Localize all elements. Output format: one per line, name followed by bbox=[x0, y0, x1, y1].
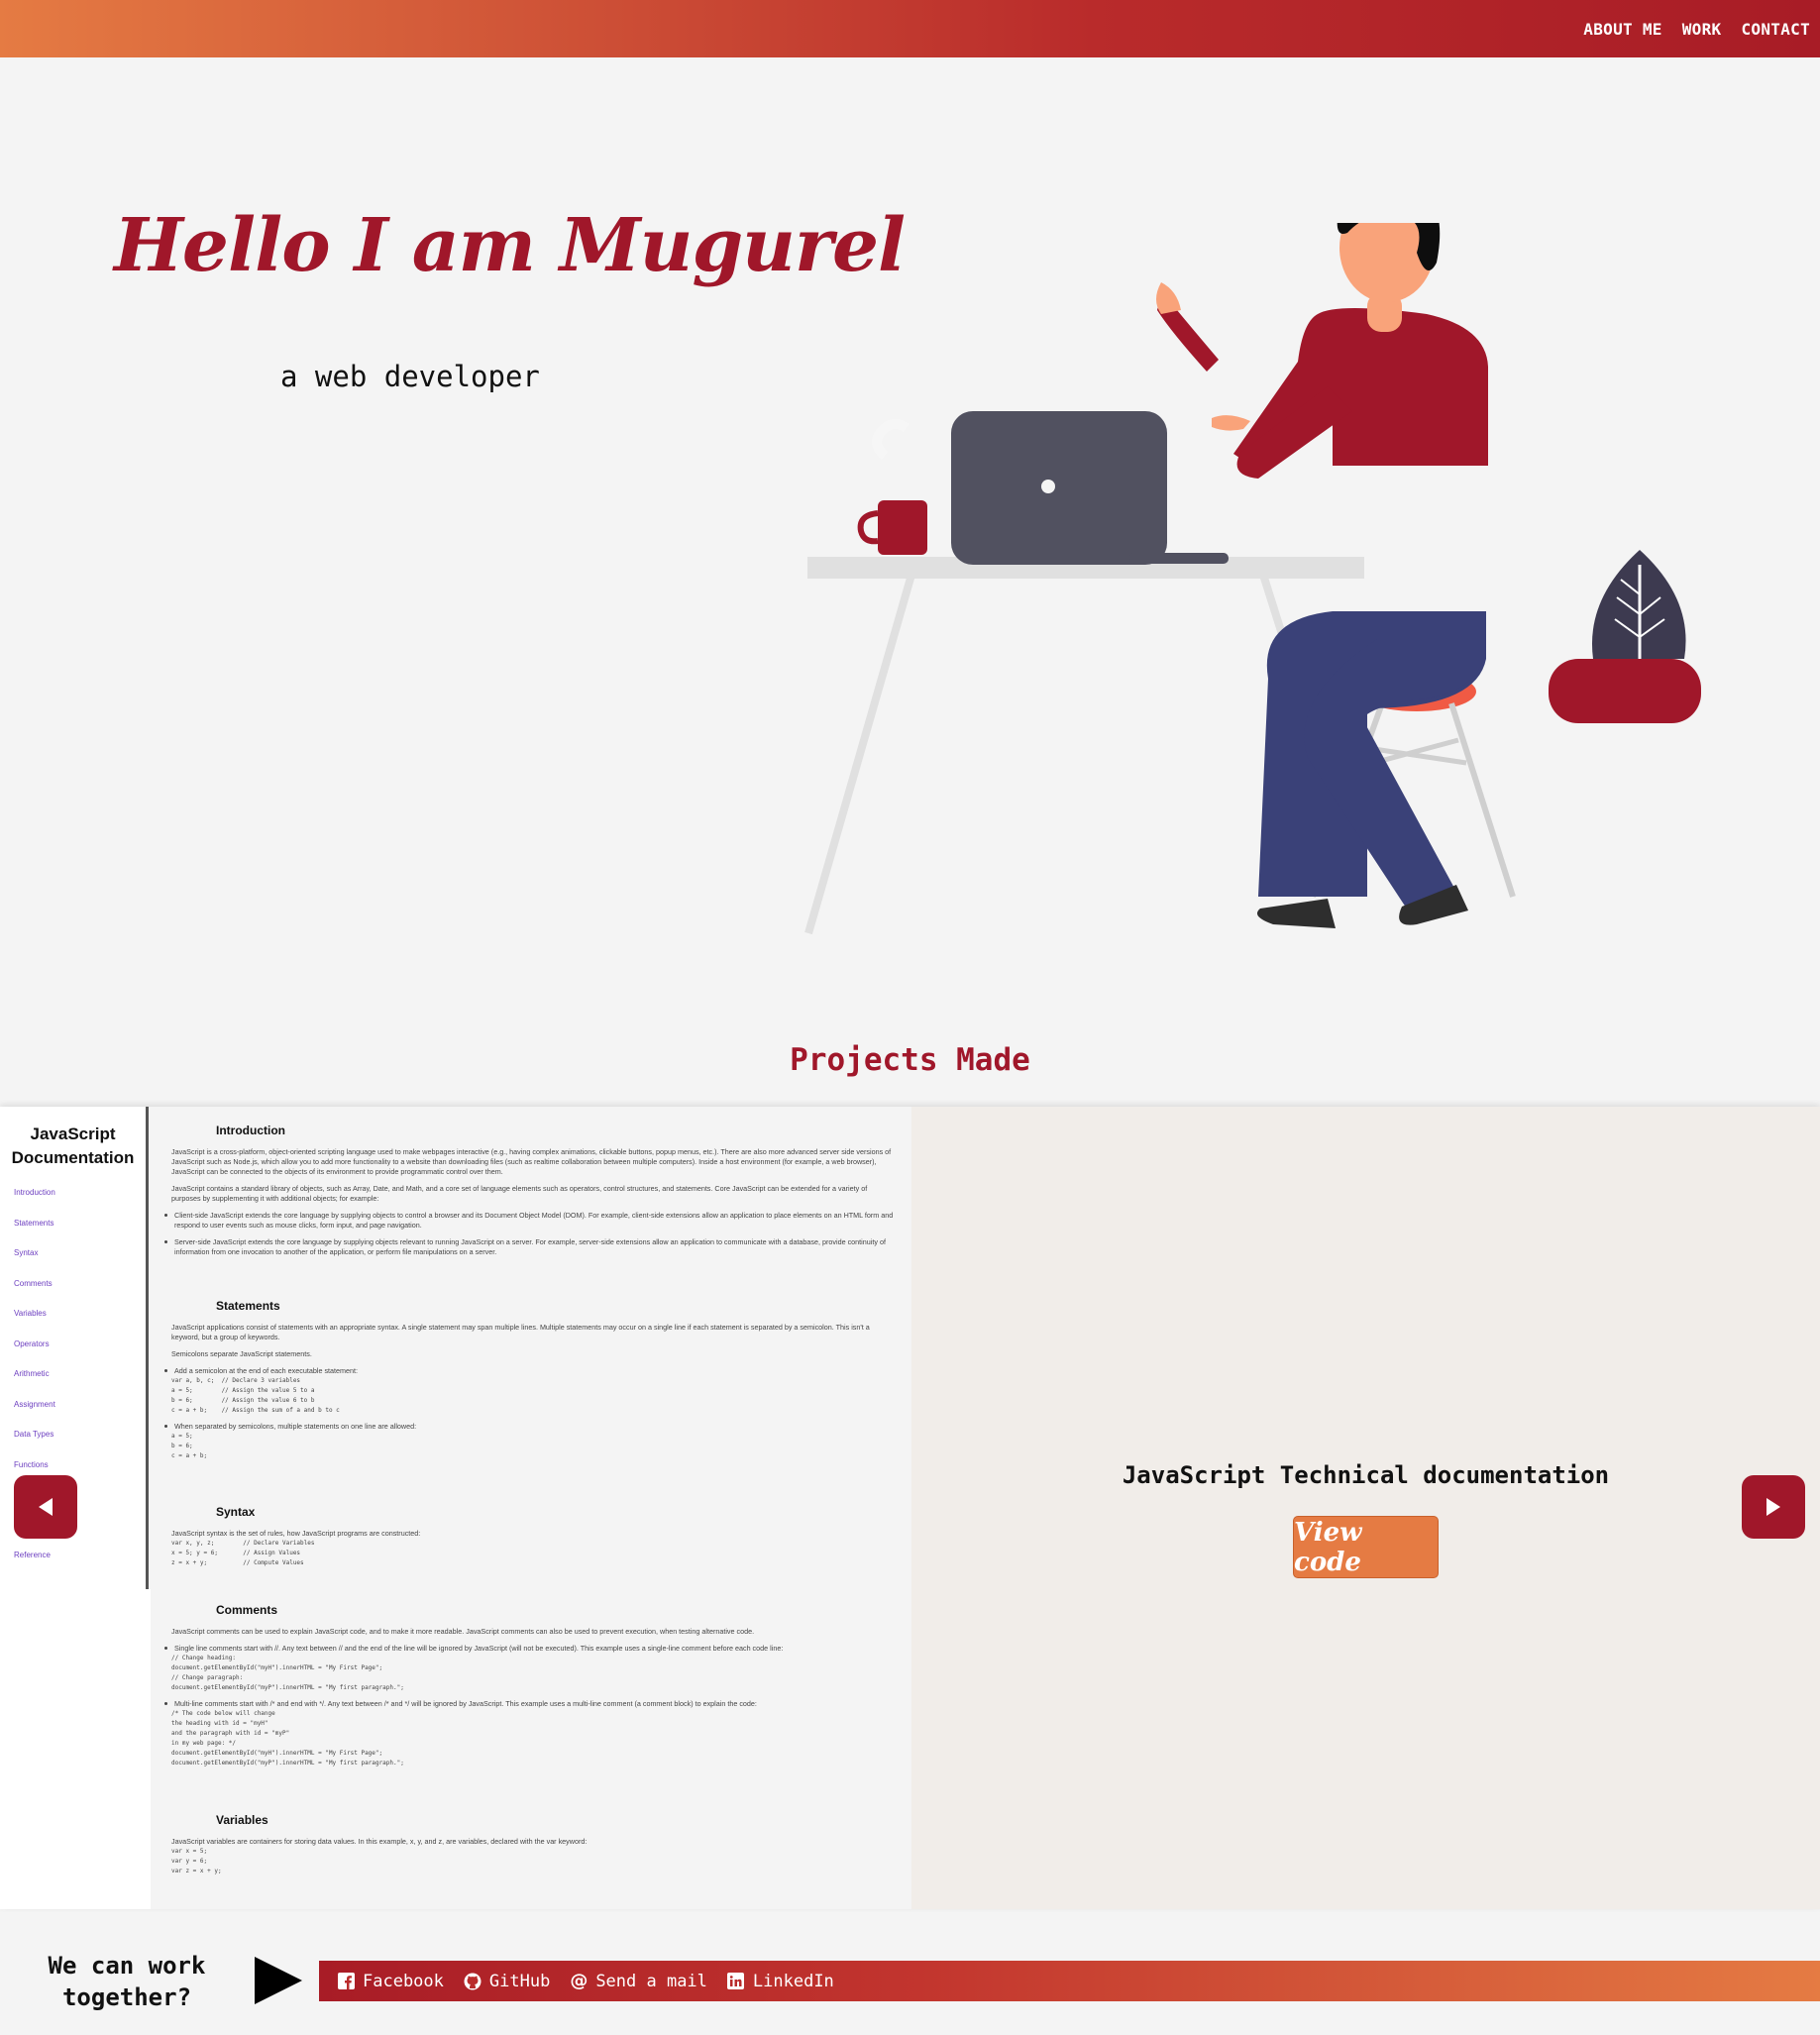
doc-sidebar-title: JavaScript Documentation bbox=[11, 1125, 135, 1167]
doc-code: a = 5; b = 6; c = a + b; bbox=[171, 1433, 208, 1459]
nav-contact[interactable]: CONTACT bbox=[1741, 20, 1810, 39]
doc-list-item: Client-side JavaScript extends the core … bbox=[164, 1211, 895, 1231]
send-mail-label: Send a mail bbox=[595, 1971, 707, 1991]
doc-section-title: Comments bbox=[216, 1603, 278, 1617]
doc-nav-item: Comments bbox=[14, 1278, 53, 1288]
footer-question: We can work together? bbox=[48, 1952, 206, 2011]
doc-paragraph: JavaScript applications consist of state… bbox=[171, 1323, 870, 1341]
project-info: JavaScript Technical documentation View … bbox=[911, 1107, 1820, 1909]
doc-paragraph: JavaScript syntax is the set of rules, h… bbox=[171, 1529, 421, 1538]
arrow-left-icon bbox=[39, 1498, 53, 1516]
doc-section-introduction: Introduction JavaScript is a cross-platf… bbox=[164, 1124, 902, 1264]
doc-nav-item: Reference bbox=[14, 1551, 51, 1559]
doc-nav-item: Operators bbox=[14, 1339, 50, 1348]
nav-work[interactable]: WORK bbox=[1682, 20, 1722, 39]
developer-illustration bbox=[804, 223, 1701, 935]
doc-list-item: Server-side JavaScript extends the core … bbox=[164, 1237, 895, 1257]
play-arrow-icon bbox=[255, 1957, 302, 2004]
doc-list-item: Single line comments start with //. Any … bbox=[164, 1644, 895, 1654]
doc-nav-item: Syntax bbox=[14, 1248, 39, 1257]
doc-paragraph: Semicolons separate JavaScript statement… bbox=[171, 1349, 312, 1358]
shoe-left bbox=[1256, 899, 1336, 928]
github-label: GitHub bbox=[488, 1971, 551, 1991]
hero-subtitle: a web developer bbox=[280, 360, 540, 393]
doc-paragraph: JavaScript contains a standard library o… bbox=[171, 1184, 868, 1203]
doc-section-title: Syntax bbox=[216, 1505, 256, 1519]
doc-section-syntax: Syntax JavaScript syntax is the set of r… bbox=[168, 1505, 902, 1574]
doc-nav-item: Data Types bbox=[14, 1430, 54, 1439]
projects-heading: Projects Made bbox=[790, 1042, 1030, 1078]
doc-code: // Change heading: document.getElementBy… bbox=[171, 1655, 404, 1691]
linkedin-label: LinkedIn bbox=[752, 1971, 834, 1991]
hero-title: Hello I am Mugurel bbox=[114, 203, 906, 288]
doc-code: var x, y, z; // Declare Variables x = 5;… bbox=[171, 1540, 315, 1566]
doc-paragraph: JavaScript comments can be used to expla… bbox=[171, 1627, 755, 1636]
doc-section-comments: Comments JavaScript comments can be used… bbox=[164, 1603, 902, 1774]
mug bbox=[878, 500, 927, 555]
doc-nav-item: Introduction bbox=[14, 1188, 55, 1197]
doc-section-title: Statements bbox=[216, 1299, 280, 1313]
doc-paragraph: JavaScript variables are containers for … bbox=[171, 1837, 588, 1846]
doc-list-item: Multi-line comments start with /* and en… bbox=[164, 1699, 895, 1709]
linkedin-icon bbox=[727, 1973, 745, 1990]
doc-section-variables: Variables JavaScript variables are conta… bbox=[168, 1813, 902, 1882]
mug-steam bbox=[872, 419, 910, 460]
doc-nav-item: Variables bbox=[14, 1309, 47, 1318]
facebook-link[interactable]: Facebook bbox=[337, 1972, 444, 1991]
arrow-right-icon bbox=[1766, 1498, 1780, 1516]
doc-nav-item: Arithmetic bbox=[14, 1369, 50, 1378]
carousel-prev-button[interactable] bbox=[14, 1475, 77, 1539]
laptop bbox=[951, 411, 1167, 565]
linkedin-link[interactable]: LinkedIn bbox=[727, 1972, 834, 1991]
doc-nav-item: Statements bbox=[14, 1218, 54, 1228]
nav-links: ABOUT ME WORK CONTACT bbox=[1583, 0, 1810, 57]
doc-section-statements: Statements JavaScript applications consi… bbox=[164, 1299, 902, 1467]
desk-leg-left bbox=[804, 573, 915, 935]
doc-code: var x = 5; var y = 6; var z = x + y; bbox=[171, 1848, 222, 1874]
doc-section-title: Variables bbox=[216, 1813, 268, 1827]
at-icon: @ bbox=[570, 1971, 589, 1991]
doc-sidebar-bottom bbox=[0, 1589, 151, 1909]
plant-pot bbox=[1549, 659, 1701, 723]
raised-hand bbox=[1156, 282, 1181, 314]
doc-list-item: When separated by semicolons, multiple s… bbox=[164, 1422, 895, 1432]
project-preview-screenshot: JavaScript Documentation Introduction St… bbox=[0, 1107, 911, 1909]
project-title: JavaScript Technical documentation bbox=[1122, 1461, 1610, 1489]
view-code-button[interactable]: View code bbox=[1293, 1516, 1439, 1578]
carousel-next-button[interactable] bbox=[1742, 1475, 1805, 1539]
doc-code: /* The code below will change the headin… bbox=[171, 1710, 404, 1767]
doc-section-title: Introduction bbox=[216, 1124, 285, 1137]
top-nav: ABOUT ME WORK CONTACT bbox=[0, 0, 1820, 57]
facebook-icon bbox=[337, 1973, 355, 1990]
project-carousel: JavaScript Documentation Introduction St… bbox=[0, 1107, 1820, 1909]
doc-main-content: Introduction JavaScript is a cross-platf… bbox=[164, 1107, 902, 1909]
doc-nav-item: Assignment bbox=[14, 1399, 55, 1409]
github-icon bbox=[464, 1973, 482, 1990]
doc-code: var a, b, c; // Declare 3 variables a = … bbox=[171, 1377, 340, 1414]
doc-paragraph: JavaScript is a cross-platform, object-o… bbox=[171, 1147, 892, 1176]
facebook-label: Facebook bbox=[363, 1971, 444, 1991]
doc-list-item: Add a semicolon at the end of each execu… bbox=[164, 1366, 895, 1376]
send-mail-link[interactable]: @ Send a mail bbox=[570, 1971, 707, 1991]
social-links-bar: Facebook GitHub @ Send a mail LinkedIn bbox=[319, 1961, 1820, 2001]
github-link[interactable]: GitHub bbox=[464, 1972, 550, 1991]
nav-about-me[interactable]: ABOUT ME bbox=[1583, 20, 1661, 39]
